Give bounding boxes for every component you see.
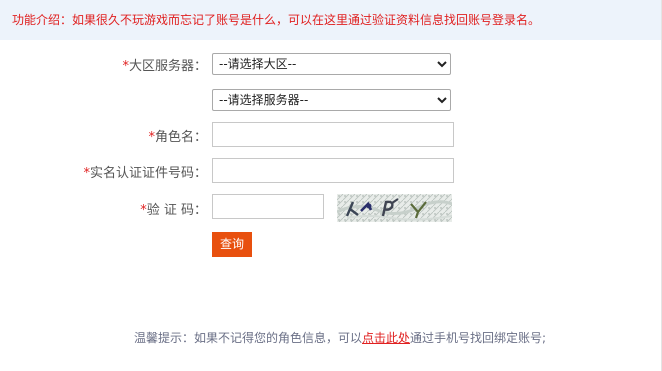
captcha-image[interactable] <box>337 194 452 222</box>
query-button[interactable]: 查询 <box>212 232 252 257</box>
id-number-label-text: 实名认证证件号码： <box>89 166 207 181</box>
tip-suffix: 通过手机号找回绑定账号; <box>410 331 547 345</box>
role-name-input[interactable] <box>212 122 454 147</box>
id-number-input[interactable] <box>212 158 454 183</box>
region-select[interactable]: --请选择大区-- <box>212 53 451 75</box>
role-name-label: *角色名： <box>148 126 207 145</box>
tip-prefix: 温馨提示：如果不记得您的角色信息，可以 <box>134 331 363 345</box>
id-number-label: *实名认证证件号码： <box>83 162 207 181</box>
captcha-label: *验 证 码： <box>140 199 207 218</box>
captcha-input[interactable] <box>212 194 324 219</box>
captcha-label-text: 验 证 码： <box>146 203 207 218</box>
server-select[interactable]: --请选择服务器-- <box>212 89 451 111</box>
account-recovery-page: 功能介绍：如果很久不玩游戏而忘记了账号是什么，可以在这里通过验证资料信息找回账号… <box>0 0 662 371</box>
tip-text: 温馨提示：如果不记得您的角色信息，可以点击此处通过手机号找回绑定账号; <box>134 329 546 346</box>
feature-intro: 功能介绍：如果很久不玩游戏而忘记了账号是什么，可以在这里通过验证资料信息找回账号… <box>0 0 661 40</box>
region-server-label-text: 大区服务器： <box>128 59 207 74</box>
click-here-link[interactable]: 点击此处 <box>362 331 410 345</box>
role-name-label-text: 角色名： <box>154 130 207 145</box>
region-server-label: *大区服务器： <box>122 55 207 74</box>
